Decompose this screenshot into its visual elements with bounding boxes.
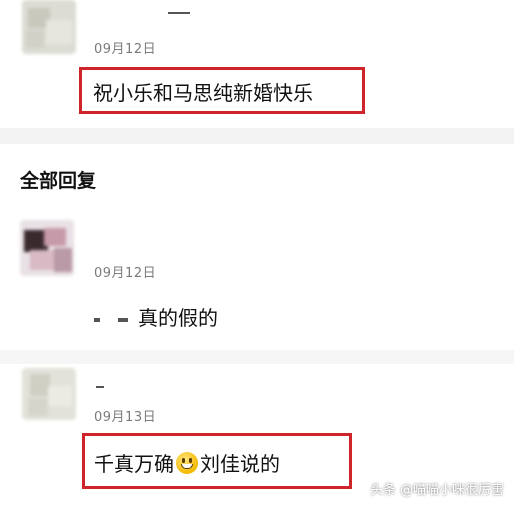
watermark: 头条 @喵喵小咪很厉害: [369, 483, 504, 498]
reply-date: 09月13日: [94, 410, 157, 425]
comment-date: 09月12日: [94, 42, 157, 57]
section-divider: [0, 128, 514, 144]
reply-divider: [0, 350, 514, 364]
avatar[interactable]: [22, 0, 76, 54]
username-redacted: [96, 386, 104, 388]
mention-redacted: [118, 318, 128, 322]
reply-date: 09月12日: [94, 266, 157, 281]
avatar[interactable]: [22, 368, 76, 420]
mention-redacted: [94, 318, 100, 322]
reply-text-part: 千真万确: [94, 452, 174, 476]
comment-text: 祝小乐和马思纯新婚快乐: [93, 81, 313, 105]
avatar[interactable]: [20, 220, 74, 276]
reply-text: 真的假的: [138, 306, 218, 330]
section-title: 全部回复: [20, 170, 97, 192]
grinning-face-icon: [176, 452, 198, 474]
reply-text: 千真万确 刘佳说的: [94, 448, 280, 477]
username-redacted: [168, 12, 190, 14]
reply-text-part: 刘佳说的: [200, 452, 280, 476]
